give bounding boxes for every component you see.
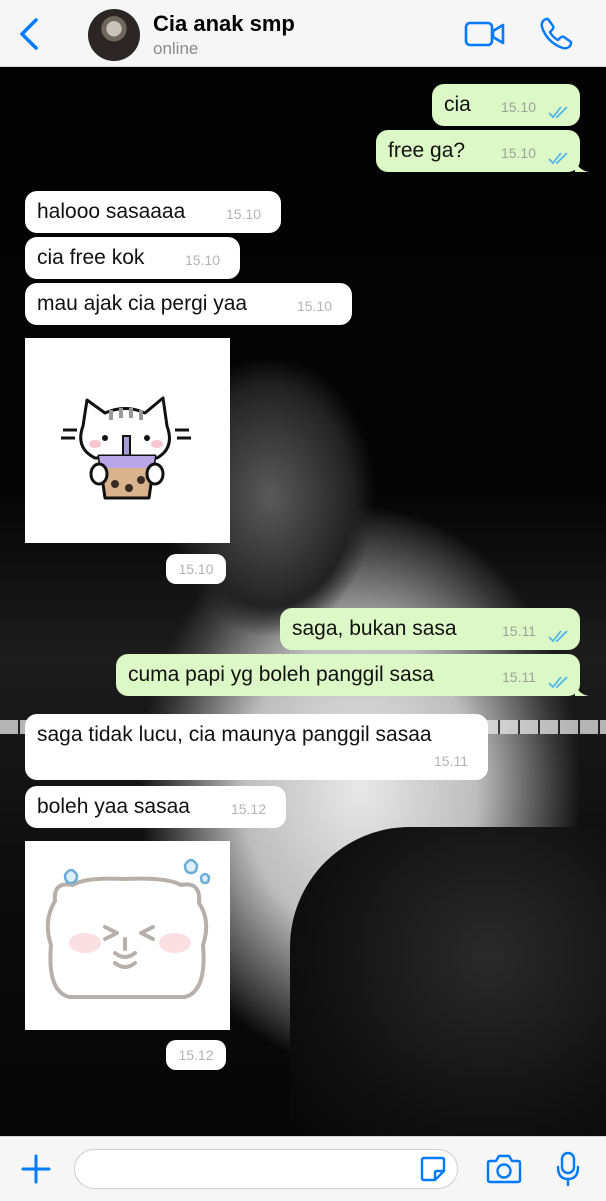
message-text: mau ajak cia pergi yaa xyxy=(37,292,248,315)
double-check-icon xyxy=(548,630,568,643)
plus-icon[interactable] xyxy=(20,1153,52,1185)
message-text: free ga? xyxy=(388,139,466,162)
message-time: 15.11 xyxy=(434,753,468,769)
message-text: cuma papi yg boleh panggil sasa xyxy=(128,663,434,686)
bubble-tail xyxy=(575,682,589,696)
contact-name[interactable]: Cia anak smp xyxy=(153,11,295,37)
message-time: 15.11 xyxy=(502,669,536,685)
composer-bar xyxy=(0,1136,606,1201)
message-bubble-outgoing[interactable]: cia 15.10 xyxy=(432,84,580,126)
message-text: cia xyxy=(444,93,471,116)
message-bubble-incoming[interactable]: boleh yaa sasaa 15.12 xyxy=(25,786,286,828)
message-text: cia free kok xyxy=(37,246,145,269)
message-bubble-incoming[interactable]: mau ajak cia pergi yaa 15.10 xyxy=(25,283,352,325)
double-check-icon xyxy=(548,152,568,165)
cat-boba-icon xyxy=(61,396,191,500)
sticker-icon[interactable] xyxy=(420,1156,446,1182)
photo-shadow xyxy=(290,827,606,1136)
sticker-time: 15.12 xyxy=(166,1040,226,1070)
chat-header: Cia anak smp online xyxy=(0,0,606,67)
double-check-icon xyxy=(548,676,568,689)
message-text: halooo sasaaaa xyxy=(37,200,186,223)
message-time: 15.10 xyxy=(225,206,261,222)
message-bubble-incoming[interactable]: cia free kok 15.10 xyxy=(25,237,240,279)
message-input[interactable] xyxy=(74,1149,458,1189)
sweating-bear-icon xyxy=(45,858,211,999)
message-bubble-outgoing[interactable]: saga, bukan sasa 15.11 xyxy=(280,608,580,650)
message-text: saga tidak lucu, cia maunya panggil sasa… xyxy=(37,723,432,746)
camera-icon[interactable] xyxy=(486,1154,522,1184)
contact-avatar[interactable] xyxy=(88,9,140,61)
message-time: 15.10 xyxy=(500,99,536,115)
message-time: 15.11 xyxy=(502,623,536,639)
sticker-time: 15.10 xyxy=(166,554,226,584)
back-chevron-icon[interactable] xyxy=(14,16,44,52)
message-text: boleh yaa sasaa xyxy=(37,795,190,818)
message-text: saga, bukan sasa xyxy=(292,617,457,640)
microphone-icon[interactable] xyxy=(556,1151,580,1187)
video-call-icon[interactable] xyxy=(464,18,506,50)
bubble-tail xyxy=(575,158,589,172)
message-bubble-outgoing[interactable]: cuma papi yg boleh panggil sasa 15.11 xyxy=(116,654,589,696)
message-time: 15.10 xyxy=(500,145,536,161)
sweating-bear-sticker[interactable] xyxy=(25,841,230,1030)
message-time: 15.10 xyxy=(296,298,332,314)
message-bubble-incoming[interactable]: halooo sasaaaa 15.10 xyxy=(25,191,281,233)
message-bubble-outgoing[interactable]: free ga? 15.10 xyxy=(376,130,589,172)
double-check-icon xyxy=(548,106,568,119)
message-bubble-incoming[interactable]: saga tidak lucu, cia maunya panggil sasa… xyxy=(25,714,488,780)
cat-drinking-boba-sticker[interactable] xyxy=(25,338,230,543)
message-time: 15.10 xyxy=(184,252,220,268)
contact-status: online xyxy=(153,39,199,58)
message-time: 15.12 xyxy=(230,801,266,817)
phone-icon[interactable] xyxy=(538,16,574,52)
